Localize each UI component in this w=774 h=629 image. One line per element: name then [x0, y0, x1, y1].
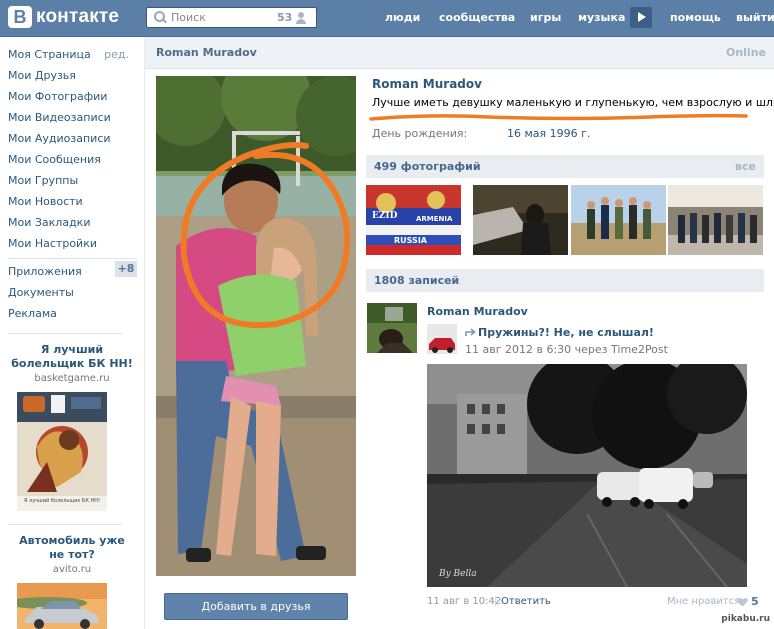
top-bar: В контакте 53 люди сообщества игры музык… — [0, 0, 774, 37]
ad1-domain: basketgame.ru — [34, 373, 110, 384]
profile-name-bar: Roman Muradov Online — [145, 37, 774, 69]
sidebar-divider — [8, 333, 122, 334]
watermark: pikabu.ru — [716, 611, 774, 629]
repost-source-avatar[interactable] — [427, 324, 457, 354]
apps-badge: +8 — [115, 261, 137, 277]
photos-all-link[interactable]: все — [735, 160, 756, 173]
post-date[interactable]: 11 авг в 10:42 — [427, 596, 501, 607]
search-input[interactable] — [171, 11, 275, 24]
ad1-title-line1[interactable]: Я лучший — [0, 343, 144, 357]
left-sidebar: Моя Страница ред. Мои Друзья Мои Фотогра… — [0, 37, 144, 629]
thumb-text-russia: RUSSIA — [394, 236, 427, 245]
photos-title[interactable]: 499 фотографий — [374, 160, 481, 173]
name-bar-title: Roman Muradov — [156, 46, 257, 59]
sidebar-item-news[interactable]: Мои Новости — [8, 195, 83, 208]
profile-status: Лучше иметь девушку маленькую и глупеньк… — [372, 96, 774, 109]
search-icon — [152, 10, 168, 26]
thumb-text-ezid: EZID — [372, 211, 398, 221]
sidebar-divider — [8, 524, 122, 525]
ad2-title-line1[interactable]: Автомобиль уже — [0, 534, 144, 548]
profile-main: Roman Muradov Online Добавить в друзья R… — [145, 37, 774, 629]
repost-meta: 11 авг 2012 в 6:30 через Time2Post — [465, 343, 668, 356]
edit-link[interactable]: ред. — [104, 48, 129, 61]
photo-thumb[interactable]: EZID ARMENIA RUSSIA — [366, 185, 461, 255]
ad2-domain: avito.ru — [52, 564, 92, 575]
wall-header[interactable]: 1808 записей — [366, 269, 764, 292]
like-count: 5 — [751, 595, 759, 608]
profile-avatar[interactable] — [156, 76, 356, 576]
sidebar-divider — [8, 258, 137, 259]
birthday-label: День рождения: — [372, 127, 468, 140]
sidebar-item-videos[interactable]: Мои Видеозаписи — [8, 111, 111, 124]
sidebar-item-documents[interactable]: Документы — [8, 286, 74, 299]
watermark-text: pikabu.ru — [721, 614, 770, 624]
post-author-avatar[interactable] — [367, 303, 417, 353]
nav-logout[interactable]: выйти — [736, 0, 774, 37]
sidebar-item-ads[interactable]: Реклама — [8, 307, 57, 320]
logo-text: контакте — [36, 6, 120, 27]
sidebar-item-apps[interactable]: Приложения — [8, 265, 82, 278]
search-box[interactable]: 53 — [146, 7, 317, 28]
sidebar-item-audio[interactable]: Мои Аудиозаписи — [8, 132, 111, 145]
logo-letter: В — [8, 6, 32, 28]
repost-icon — [465, 328, 476, 336]
sidebar-item-bookmarks[interactable]: Мои Закладки — [8, 216, 90, 229]
repost-title[interactable]: Пружины?! Не, не слышал! — [478, 326, 654, 339]
profile-name: Roman Muradov — [372, 77, 482, 91]
sidebar-item-groups[interactable]: Мои Группы — [8, 174, 78, 187]
photo-signature: By Bella — [439, 569, 477, 579]
orange-underline — [369, 113, 748, 121]
nav-music[interactable]: музыка — [578, 0, 625, 37]
nav-communities[interactable]: сообщества — [439, 0, 515, 37]
person-icon — [295, 11, 307, 24]
photo-thumb[interactable] — [571, 185, 666, 255]
vk-logo[interactable]: В контакте — [8, 6, 119, 28]
reply-link[interactable]: Ответить — [501, 596, 551, 607]
heart-icon[interactable] — [737, 597, 748, 607]
post-author[interactable]: Roman Muradov — [427, 305, 528, 318]
play-icon[interactable] — [630, 7, 652, 28]
ad1-title-line2[interactable]: болельщик БК НН! — [0, 357, 144, 371]
like-label[interactable]: Мне нравится — [667, 596, 740, 607]
birthday-value[interactable]: 16 мая 1996 г. — [507, 127, 590, 140]
photo-thumb[interactable] — [473, 185, 568, 255]
add-friend-button[interactable]: Добавить в друзья — [164, 593, 348, 620]
wall-title[interactable]: 1808 записей — [374, 274, 459, 287]
nav-people[interactable]: люди — [385, 0, 420, 37]
thumb-text-armenia: ARMENIA — [416, 215, 453, 223]
post-photo[interactable]: By Bella — [427, 364, 747, 587]
ad1-image-caption: Я лучший болельщик БК НН! — [23, 498, 101, 504]
ad2-image[interactable] — [17, 583, 107, 629]
sidebar-item-friends[interactable]: Мои Друзья — [8, 69, 76, 82]
sidebar-item-settings[interactable]: Мои Настройки — [8, 237, 97, 250]
online-status: Online — [725, 46, 766, 59]
nav-games[interactable]: игры — [530, 0, 561, 37]
online-friends-count: 53 — [277, 11, 293, 24]
sidebar-item-my-page[interactable]: Моя Страница — [8, 48, 91, 61]
ad2-title-line2[interactable]: не тот? — [0, 548, 144, 562]
nav-help[interactable]: помощь — [670, 0, 721, 37]
photos-header[interactable]: 499 фотографий все — [366, 155, 764, 178]
sidebar-item-messages[interactable]: Мои Сообщения — [8, 153, 101, 166]
sidebar-item-photos[interactable]: Мои Фотографии — [8, 90, 107, 103]
ad1-image[interactable]: Я лучший болельщик БК НН! — [17, 392, 107, 511]
photo-thumb[interactable] — [668, 185, 763, 255]
post-separator: | — [494, 596, 498, 607]
